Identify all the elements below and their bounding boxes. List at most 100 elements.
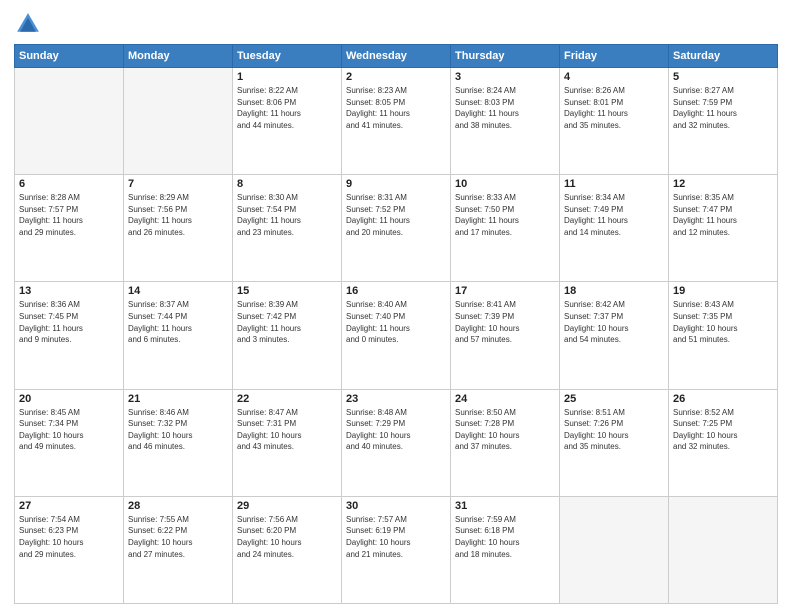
calendar-cell: 19Sunrise: 8:43 AM Sunset: 7:35 PM Dayli…	[669, 282, 778, 389]
day-number: 8	[237, 178, 337, 190]
calendar-cell	[669, 496, 778, 603]
day-number: 7	[128, 178, 228, 190]
weekday-header-saturday: Saturday	[669, 45, 778, 68]
cell-details: Sunrise: 8:47 AM Sunset: 7:31 PM Dayligh…	[237, 407, 337, 453]
calendar-cell: 13Sunrise: 8:36 AM Sunset: 7:45 PM Dayli…	[15, 282, 124, 389]
day-number: 16	[346, 285, 446, 297]
day-number: 25	[564, 393, 664, 405]
weekday-header-sunday: Sunday	[15, 45, 124, 68]
day-number: 2	[346, 71, 446, 83]
cell-details: Sunrise: 8:37 AM Sunset: 7:44 PM Dayligh…	[128, 299, 228, 345]
day-number: 14	[128, 285, 228, 297]
weekday-header-monday: Monday	[124, 45, 233, 68]
day-number: 18	[564, 285, 664, 297]
cell-details: Sunrise: 8:52 AM Sunset: 7:25 PM Dayligh…	[673, 407, 773, 453]
cell-details: Sunrise: 8:42 AM Sunset: 7:37 PM Dayligh…	[564, 299, 664, 345]
day-number: 3	[455, 71, 555, 83]
week-row-4: 20 Sunrise: 8:45 AM Sunset: 7:34 PM Dayli…	[15, 389, 778, 496]
cell-details: Sunrise: 8:22 AM Sunset: 8:06 PM Dayligh…	[237, 85, 337, 131]
day-number: 20	[19, 393, 119, 405]
cell-details: Sunrise: 8:26 AM Sunset: 8:01 PM Dayligh…	[564, 85, 664, 131]
day-number: 26	[673, 393, 773, 405]
calendar-cell: 16 Sunrise: 8:40 AM Sunset: 7:40 PM Dayli…	[342, 282, 451, 389]
calendar-cell: 28Sunrise: 7:55 AM Sunset: 6:22 PM Dayli…	[124, 496, 233, 603]
cell-details: Sunrise: 8:34 AM Sunset: 7:49 PM Dayligh…	[564, 192, 664, 238]
calendar-cell: 1 Sunrise: 8:22 AM Sunset: 8:06 PM Daylig…	[233, 68, 342, 175]
day-number: 17	[455, 285, 555, 297]
calendar-cell	[124, 68, 233, 175]
week-row-1: 1 Sunrise: 8:22 AM Sunset: 8:06 PM Daylig…	[15, 68, 778, 175]
day-number: 1	[237, 71, 337, 83]
cell-details: Sunrise: 7:54 AM Sunset: 6:23 PM Dayligh…	[19, 514, 119, 560]
calendar-cell: 4 Sunrise: 8:26 AM Sunset: 8:01 PM Daylig…	[560, 68, 669, 175]
calendar-cell	[15, 68, 124, 175]
cell-details: Sunrise: 8:27 AM Sunset: 7:59 PM Dayligh…	[673, 85, 773, 131]
cell-details: Sunrise: 8:51 AM Sunset: 7:26 PM Dayligh…	[564, 407, 664, 453]
calendar-cell: 22 Sunrise: 8:47 AM Sunset: 7:31 PM Dayli…	[233, 389, 342, 496]
cell-details: Sunrise: 8:43 AM Sunset: 7:35 PM Dayligh…	[673, 299, 773, 345]
day-number: 6	[19, 178, 119, 190]
calendar-cell: 9 Sunrise: 8:31 AM Sunset: 7:52 PM Daylig…	[342, 175, 451, 282]
calendar-cell: 29Sunrise: 7:56 AM Sunset: 6:20 PM Dayli…	[233, 496, 342, 603]
cell-details: Sunrise: 8:24 AM Sunset: 8:03 PM Dayligh…	[455, 85, 555, 131]
week-row-5: 27 Sunrise: 7:54 AM Sunset: 6:23 PM Dayli…	[15, 496, 778, 603]
calendar-cell: 23 Sunrise: 8:48 AM Sunset: 7:29 PM Dayli…	[342, 389, 451, 496]
cell-details: Sunrise: 7:55 AM Sunset: 6:22 PM Dayligh…	[128, 514, 228, 560]
calendar: SundayMondayTuesdayWednesdayThursdayFrid…	[14, 44, 778, 604]
logo-icon	[14, 10, 42, 38]
weekday-header-wednesday: Wednesday	[342, 45, 451, 68]
cell-details: Sunrise: 8:30 AM Sunset: 7:54 PM Dayligh…	[237, 192, 337, 238]
day-number: 21	[128, 393, 228, 405]
calendar-cell: 11 Sunrise: 8:34 AM Sunset: 7:49 PM Dayli…	[560, 175, 669, 282]
cell-details: Sunrise: 8:23 AM Sunset: 8:05 PM Dayligh…	[346, 85, 446, 131]
day-number: 30	[346, 500, 446, 512]
page: SundayMondayTuesdayWednesdayThursdayFrid…	[0, 0, 792, 612]
calendar-cell: 6 Sunrise: 8:28 AM Sunset: 7:57 PM Daylig…	[15, 175, 124, 282]
calendar-cell: 14 Sunrise: 8:37 AM Sunset: 7:44 PM Dayli…	[124, 282, 233, 389]
cell-details: Sunrise: 7:56 AM Sunset: 6:20 PM Dayligh…	[237, 514, 337, 560]
week-row-3: 13Sunrise: 8:36 AM Sunset: 7:45 PM Dayli…	[15, 282, 778, 389]
calendar-cell: 26 Sunrise: 8:52 AM Sunset: 7:25 PM Dayli…	[669, 389, 778, 496]
cell-details: Sunrise: 8:41 AM Sunset: 7:39 PM Dayligh…	[455, 299, 555, 345]
week-row-2: 6 Sunrise: 8:28 AM Sunset: 7:57 PM Daylig…	[15, 175, 778, 282]
cell-details: Sunrise: 8:28 AM Sunset: 7:57 PM Dayligh…	[19, 192, 119, 238]
calendar-cell: 31Sunrise: 7:59 AM Sunset: 6:18 PM Dayli…	[451, 496, 560, 603]
calendar-cell: 5 Sunrise: 8:27 AM Sunset: 7:59 PM Daylig…	[669, 68, 778, 175]
day-number: 9	[346, 178, 446, 190]
weekday-header-friday: Friday	[560, 45, 669, 68]
cell-details: Sunrise: 8:48 AM Sunset: 7:29 PM Dayligh…	[346, 407, 446, 453]
cell-details: Sunrise: 8:31 AM Sunset: 7:52 PM Dayligh…	[346, 192, 446, 238]
calendar-cell: 21Sunrise: 8:46 AM Sunset: 7:32 PM Dayli…	[124, 389, 233, 496]
calendar-cell: 8 Sunrise: 8:30 AM Sunset: 7:54 PM Daylig…	[233, 175, 342, 282]
cell-details: Sunrise: 7:59 AM Sunset: 6:18 PM Dayligh…	[455, 514, 555, 560]
cell-details: Sunrise: 8:45 AM Sunset: 7:34 PM Dayligh…	[19, 407, 119, 453]
calendar-cell: 10Sunrise: 8:33 AM Sunset: 7:50 PM Dayli…	[451, 175, 560, 282]
cell-details: Sunrise: 8:35 AM Sunset: 7:47 PM Dayligh…	[673, 192, 773, 238]
day-number: 23	[346, 393, 446, 405]
cell-details: Sunrise: 8:50 AM Sunset: 7:28 PM Dayligh…	[455, 407, 555, 453]
calendar-cell	[560, 496, 669, 603]
day-number: 4	[564, 71, 664, 83]
weekday-header-row: SundayMondayTuesdayWednesdayThursdayFrid…	[15, 45, 778, 68]
day-number: 24	[455, 393, 555, 405]
day-number: 27	[19, 500, 119, 512]
day-number: 13	[19, 285, 119, 297]
calendar-cell: 27 Sunrise: 7:54 AM Sunset: 6:23 PM Dayli…	[15, 496, 124, 603]
cell-details: Sunrise: 8:40 AM Sunset: 7:40 PM Dayligh…	[346, 299, 446, 345]
calendar-cell: 24 Sunrise: 8:50 AM Sunset: 7:28 PM Dayli…	[451, 389, 560, 496]
weekday-header-tuesday: Tuesday	[233, 45, 342, 68]
calendar-cell: 30 Sunrise: 7:57 AM Sunset: 6:19 PM Dayli…	[342, 496, 451, 603]
cell-details: Sunrise: 8:39 AM Sunset: 7:42 PM Dayligh…	[237, 299, 337, 345]
day-number: 11	[564, 178, 664, 190]
day-number: 10	[455, 178, 555, 190]
day-number: 22	[237, 393, 337, 405]
calendar-cell: 7 Sunrise: 8:29 AM Sunset: 7:56 PM Daylig…	[124, 175, 233, 282]
cell-details: Sunrise: 8:29 AM Sunset: 7:56 PM Dayligh…	[128, 192, 228, 238]
day-number: 12	[673, 178, 773, 190]
calendar-cell: 20 Sunrise: 8:45 AM Sunset: 7:34 PM Dayli…	[15, 389, 124, 496]
calendar-cell: 12 Sunrise: 8:35 AM Sunset: 7:47 PM Dayli…	[669, 175, 778, 282]
cell-details: Sunrise: 7:57 AM Sunset: 6:19 PM Dayligh…	[346, 514, 446, 560]
day-number: 5	[673, 71, 773, 83]
weekday-header-thursday: Thursday	[451, 45, 560, 68]
header	[14, 10, 778, 38]
